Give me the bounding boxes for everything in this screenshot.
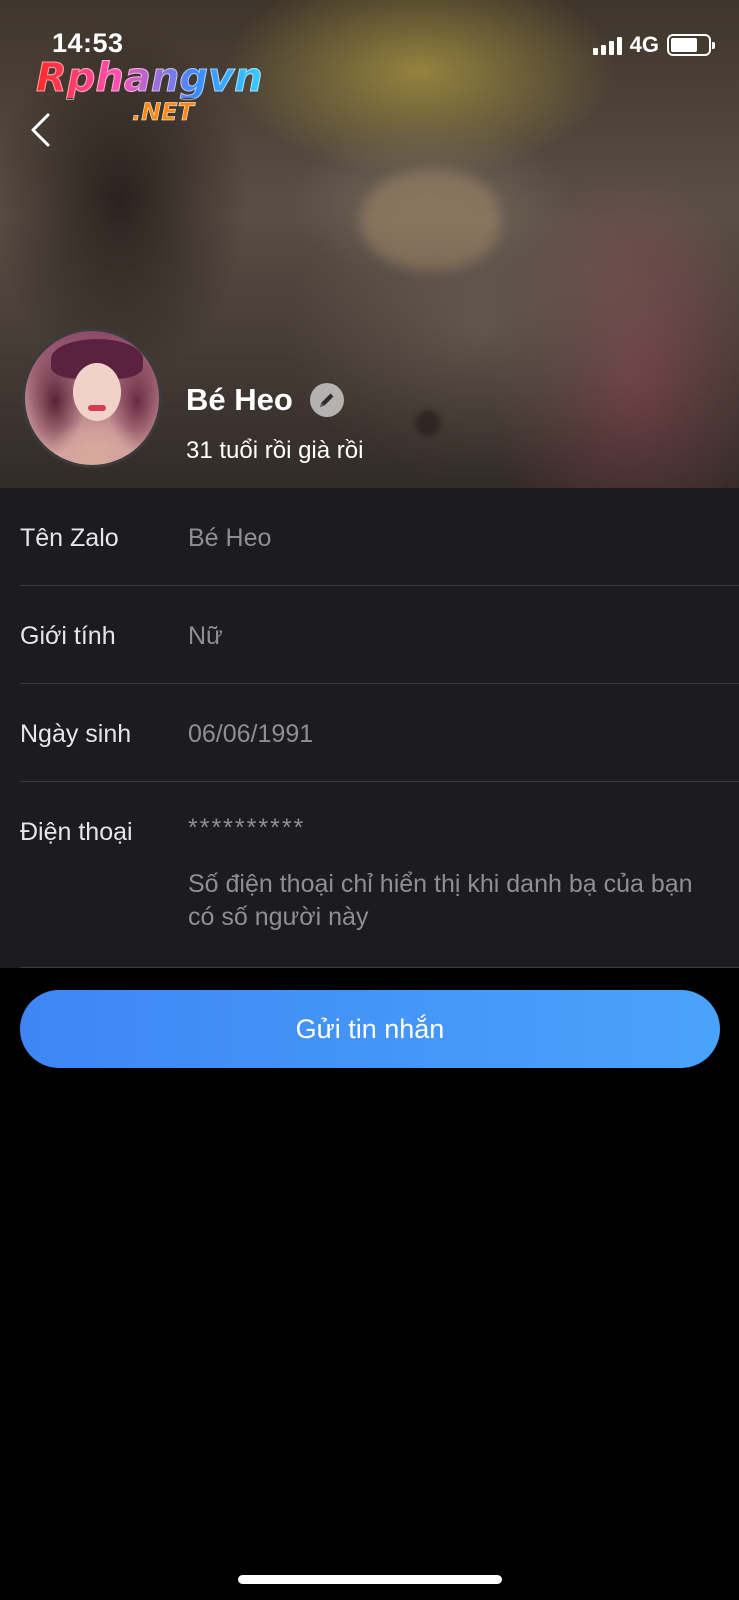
avatar-lips <box>88 405 106 411</box>
chevron-left-icon <box>31 113 50 147</box>
info-value: Bé Heo <box>188 524 272 552</box>
pencil-icon <box>320 393 334 407</box>
avatar-face <box>73 363 121 421</box>
info-row-phone: Điện thoại ********** Số điện thoại chỉ … <box>20 782 739 968</box>
profile-name: Bé Heo <box>186 382 293 417</box>
battery-icon <box>667 34 715 56</box>
watermark-main: Rphangvn <box>36 58 266 99</box>
back-button[interactable] <box>22 112 58 148</box>
info-value: 06/06/1991 <box>188 720 314 748</box>
info-label: Giới tính <box>20 622 116 650</box>
avatar[interactable] <box>22 328 162 468</box>
status-icons: 4G <box>592 32 715 58</box>
send-message-button[interactable]: Gửi tin nhắn <box>20 990 720 1068</box>
info-label: Điện thoại <box>20 818 133 846</box>
watermark-logo: Rphangvn .NET <box>36 58 266 128</box>
home-indicator[interactable] <box>238 1575 502 1584</box>
profile-status: 31 tuổi rồi già rồi <box>186 437 364 464</box>
info-label: Ngày sinh <box>20 720 132 748</box>
info-row-birthday: Ngày sinh 06/06/1991 <box>20 684 739 782</box>
watermark-sub: .NET <box>132 98 194 127</box>
network-label: 4G <box>629 32 659 57</box>
phone-visibility-note: Số điện thoại chỉ hiển thị khi danh bạ c… <box>188 870 693 931</box>
signal-icon <box>592 35 622 55</box>
info-row-gender: Giới tính Nữ <box>20 586 739 684</box>
info-row-zalo-name: Tên Zalo Bé Heo <box>20 488 739 586</box>
info-value: Nữ <box>188 622 223 650</box>
edit-name-button[interactable] <box>310 383 344 417</box>
phone-masked-value: ********** <box>188 814 306 842</box>
info-label: Tên Zalo <box>20 524 119 552</box>
info-panel: Tên Zalo Bé Heo Giới tính Nữ Ngày sinh 0… <box>0 488 739 968</box>
